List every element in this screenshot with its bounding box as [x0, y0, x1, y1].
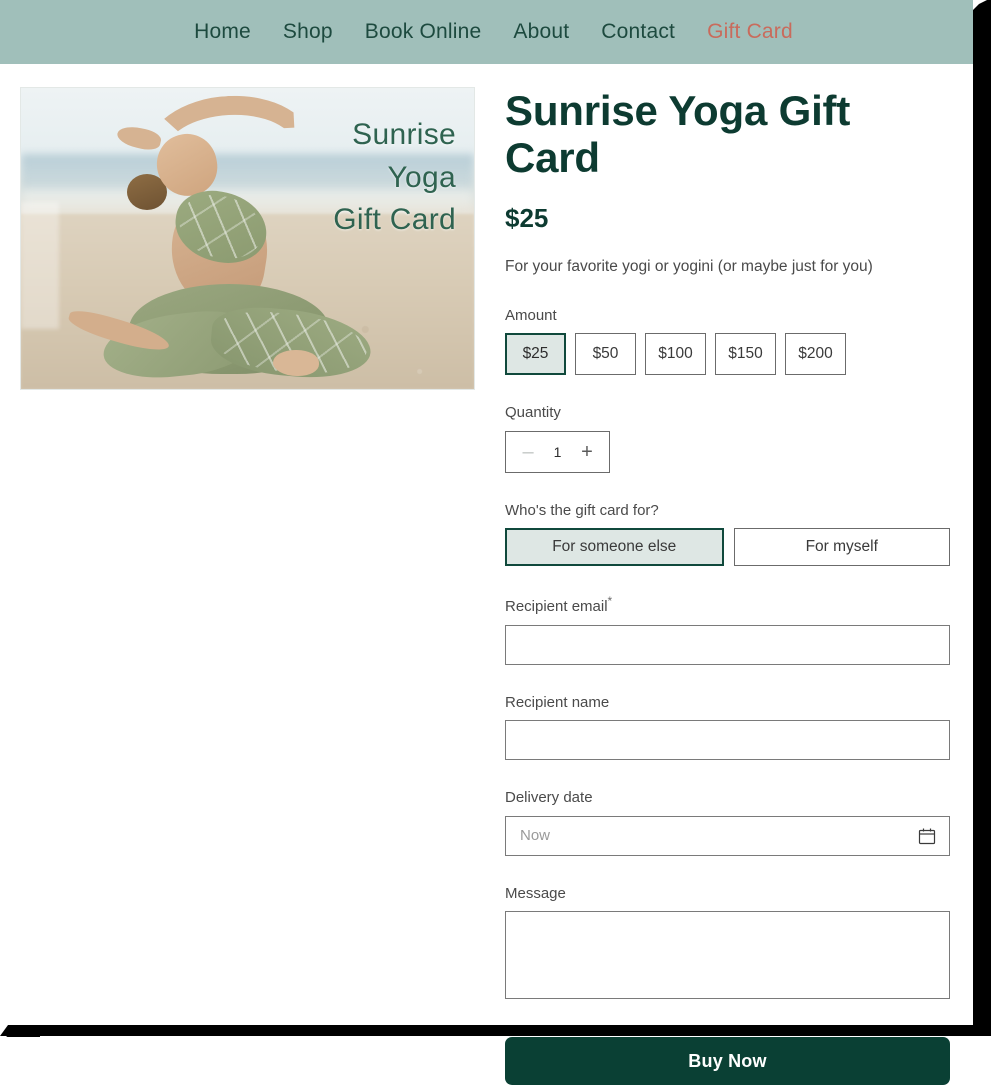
amount-options: $25 $50 $100 $150 $200 [505, 333, 950, 376]
required-marker: * [607, 594, 613, 609]
image-overlay-line-2: Yoga [387, 160, 456, 194]
product-subtitle: For your favorite yogi or yogini (or may… [505, 258, 873, 276]
amount-option-25[interactable]: $25 [505, 333, 566, 376]
calendar-icon[interactable] [918, 827, 936, 845]
amount-option-150[interactable]: $150 [715, 333, 776, 376]
product-image[interactable]: Sunrise Yoga Gift Card [20, 87, 475, 390]
recipient-email-label-text: Recipient email [505, 598, 608, 616]
primary-navigation: Home Shop Book Online About Contact Gift… [164, 16, 809, 48]
nav-item-home[interactable]: Home [178, 16, 267, 48]
recipient-email-input[interactable] [505, 624, 950, 665]
amount-option-100[interactable]: $100 [645, 333, 706, 376]
delivery-date-field [505, 815, 950, 856]
recipient-name-label: Recipient name [505, 693, 610, 711]
nav-item-about[interactable]: About [497, 16, 585, 48]
amount-option-50[interactable]: $50 [575, 333, 636, 376]
nav-item-book-online[interactable]: Book Online [349, 16, 498, 48]
image-overlay-text: Sunrise Yoga Gift Card [266, 114, 456, 242]
message-label: Message [505, 884, 566, 902]
delivery-date-input[interactable] [505, 815, 950, 856]
quantity-decrement-button[interactable]: – [518, 442, 538, 462]
message-textarea[interactable] [505, 911, 950, 1000]
image-overlay-line-3: Gift Card [333, 203, 456, 237]
delivery-date-label: Delivery date [505, 789, 593, 807]
recipient-choice-someone-else[interactable]: For someone else [505, 528, 724, 567]
nav-item-contact[interactable]: Contact [585, 16, 691, 48]
quantity-increment-button[interactable]: + [577, 442, 597, 462]
recipient-choice-options: For someone else For myself [505, 528, 950, 567]
recipient-email-label: Recipient email* [505, 594, 950, 617]
site-navbar: Home Shop Book Online About Contact Gift… [0, 0, 973, 64]
product-page: Sunrise Yoga Gift Card Sunrise Yoga Gift… [0, 64, 973, 1085]
image-light-patch [21, 202, 59, 329]
image-overlay-line-1: Sunrise [352, 118, 456, 151]
amount-option-200[interactable]: $200 [785, 333, 846, 376]
amount-label: Amount [505, 306, 557, 324]
product-title: Sunrise Yoga Gift Card [505, 87, 851, 182]
recipient-choice-myself[interactable]: For myself [733, 528, 950, 567]
window-frame-bottom-edge [0, 1025, 991, 1036]
product-detail-panel: Sunrise Yoga Gift Card $25 For your favo… [505, 87, 950, 1085]
recipient-choice-label: Who's the gift card for? [505, 501, 659, 519]
buy-now-button[interactable]: Buy Now [505, 1037, 950, 1085]
nav-item-shop[interactable]: Shop [267, 16, 349, 48]
product-price: $25 [505, 203, 549, 234]
quantity-label: Quantity [505, 404, 561, 422]
figure-foot [273, 350, 319, 376]
window-frame-right-edge [973, 0, 991, 1030]
quantity-value: 1 [553, 443, 562, 460]
recipient-name-input[interactable] [505, 720, 950, 761]
quantity-stepper: – 1 + [505, 430, 610, 473]
nav-item-gift-card[interactable]: Gift Card [691, 16, 809, 48]
